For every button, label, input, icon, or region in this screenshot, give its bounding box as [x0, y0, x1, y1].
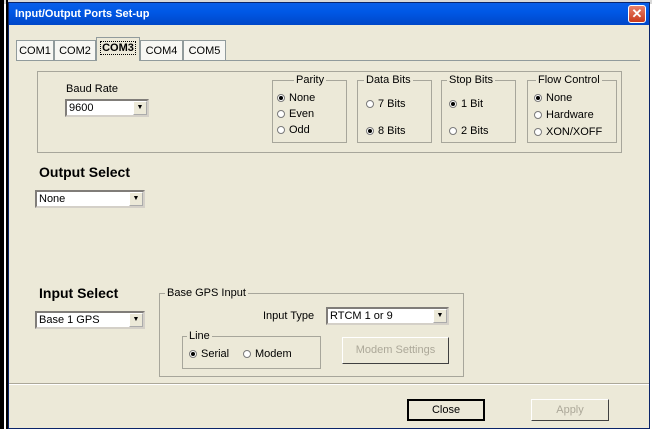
- flow-hardware-radio[interactable]: Hardware: [534, 108, 594, 122]
- radio-selected-icon: [277, 94, 285, 102]
- tab-label: COM1: [19, 45, 51, 57]
- radio-icon: [366, 100, 374, 108]
- input-type-label: Input Type: [263, 310, 315, 322]
- chevron-down-icon[interactable]: ▼: [129, 313, 143, 327]
- modem-settings-button[interactable]: Modem Settings: [342, 337, 449, 364]
- close-icon[interactable]: ✕: [628, 5, 646, 23]
- title-bar[interactable]: Input/Output Ports Set-up ✕: [9, 3, 649, 25]
- input-select-heading: Input Select: [39, 285, 119, 301]
- tab-com4[interactable]: COM4: [140, 40, 183, 60]
- data-bits-8-radio[interactable]: 8 Bits: [366, 124, 406, 138]
- baud-rate-value: 9600: [69, 102, 94, 114]
- radio-label: 2 Bits: [461, 125, 489, 137]
- radio-label: Modem: [255, 348, 292, 360]
- flow-xonxoff-radio[interactable]: XON/XOFF: [534, 125, 602, 139]
- radio-icon: [277, 110, 285, 118]
- baud-rate-label: Baud Rate: [66, 83, 118, 95]
- radio-label: XON/XOFF: [546, 126, 603, 138]
- radio-label: None: [289, 92, 316, 104]
- tab-label: COM4: [145, 45, 178, 57]
- baud-rate-select[interactable]: 9600 ▼: [65, 99, 149, 117]
- radio-selected-icon: [189, 350, 197, 358]
- output-select-heading: Output Select: [39, 164, 131, 180]
- radio-icon: [449, 127, 457, 135]
- radio-label: 7 Bits: [378, 98, 406, 110]
- background-border: [0, 0, 4, 429]
- input-select[interactable]: Base 1 GPS ▼: [35, 311, 145, 329]
- radio-label: Even: [289, 108, 315, 120]
- radio-label: 1 Bit: [461, 98, 484, 110]
- radio-label: Odd: [289, 124, 310, 136]
- tab-com1[interactable]: COM1: [16, 40, 54, 60]
- input-select-value: Base 1 GPS: [39, 314, 100, 326]
- radio-icon: [277, 126, 285, 134]
- line-modem-radio[interactable]: Modem: [243, 347, 292, 361]
- line-label: Line: [187, 330, 212, 342]
- tab-com3[interactable]: COM3: [96, 37, 140, 61]
- tab-label: COM2: [59, 45, 91, 57]
- stop-bits-label: Stop Bits: [447, 74, 496, 86]
- flow-control-label: Flow Control: [536, 74, 602, 86]
- radio-label: 8 Bits: [378, 125, 406, 137]
- parity-none-radio[interactable]: None: [277, 91, 315, 105]
- tab-label: COM5: [188, 45, 221, 57]
- window-title: Input/Output Ports Set-up: [15, 8, 150, 20]
- radio-selected-icon: [449, 100, 457, 108]
- chevron-down-icon[interactable]: ▼: [129, 192, 143, 206]
- tab-com2[interactable]: COM2: [54, 40, 96, 60]
- output-select-value: None: [39, 193, 66, 205]
- stop-bits-1-radio[interactable]: 1 Bit: [449, 97, 483, 111]
- io-ports-dialog: Input/Output Ports Set-up ✕ COM1 COM2 CO…: [8, 2, 650, 429]
- stop-bits-2-radio[interactable]: 2 Bits: [449, 124, 489, 138]
- tab-label: COM3: [100, 41, 136, 55]
- base-gps-input-label: Base GPS Input: [165, 287, 248, 299]
- radio-icon: [243, 350, 251, 358]
- line-serial-radio[interactable]: Serial: [189, 347, 229, 361]
- close-button[interactable]: Close: [407, 399, 485, 421]
- radio-label: Hardware: [546, 109, 594, 121]
- radio-label: Serial: [201, 348, 230, 360]
- parity-label: Parity: [294, 74, 327, 86]
- apply-button[interactable]: Apply: [531, 399, 609, 421]
- radio-selected-icon: [366, 127, 374, 135]
- output-select[interactable]: None ▼: [35, 190, 145, 208]
- footer-separator: [9, 383, 649, 385]
- chevron-down-icon[interactable]: ▼: [133, 101, 147, 115]
- data-bits-label: Data Bits: [364, 74, 413, 86]
- data-bits-7-radio[interactable]: 7 Bits: [366, 97, 406, 111]
- parity-odd-radio[interactable]: Odd: [277, 123, 310, 137]
- input-type-select[interactable]: RTCM 1 or 9 ▼: [326, 307, 449, 325]
- parity-even-radio[interactable]: Even: [277, 107, 314, 121]
- radio-icon: [534, 111, 542, 119]
- chevron-down-icon[interactable]: ▼: [433, 309, 447, 323]
- radio-selected-icon: [534, 94, 542, 102]
- input-type-value: RTCM 1 or 9: [330, 310, 393, 322]
- radio-icon: [534, 128, 542, 136]
- flow-none-radio[interactable]: None: [534, 91, 572, 105]
- radio-label: None: [546, 92, 573, 104]
- tab-com5[interactable]: COM5: [183, 40, 226, 60]
